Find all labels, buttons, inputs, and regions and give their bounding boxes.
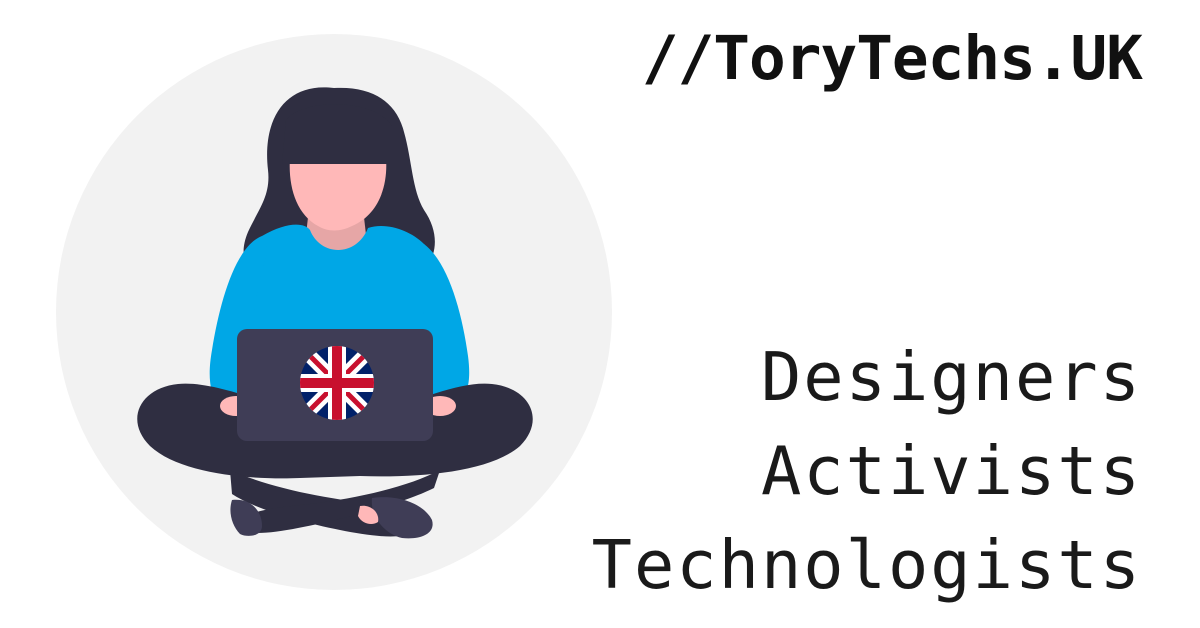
- roles-list: Designers Activists Technologists: [592, 330, 1142, 612]
- role-technologists: Technologists: [591, 526, 1142, 604]
- site-title: //ToryTechs.UK: [641, 23, 1143, 94]
- role-designers: Designers: [760, 338, 1142, 416]
- person-with-laptop-illustration: [56, 34, 612, 590]
- hero-illustration: [0, 0, 640, 628]
- role-activists: Activists: [760, 432, 1142, 510]
- hair-fringe: [282, 104, 392, 164]
